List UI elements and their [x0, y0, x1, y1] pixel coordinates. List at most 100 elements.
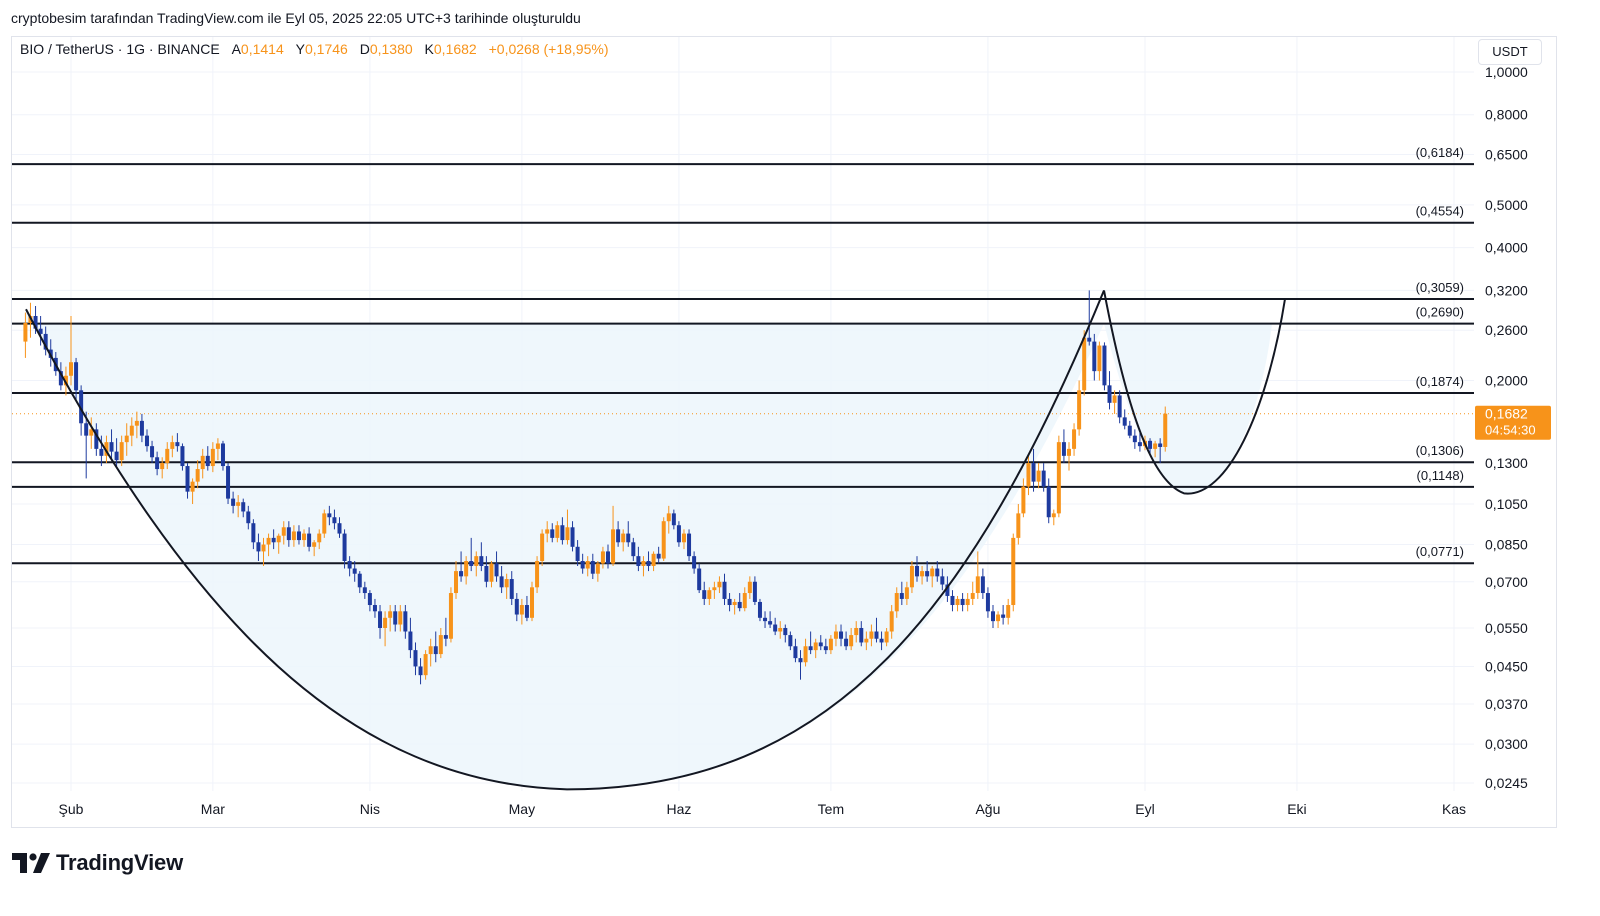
time-axis-label: Ağu [975, 801, 1000, 817]
time-axis-label: Tem [818, 801, 844, 817]
candle-body [403, 611, 408, 632]
high-value: 0,1746 [304, 41, 348, 57]
candle-body [1077, 390, 1082, 430]
candle-body [347, 561, 352, 569]
close-label: K [424, 41, 434, 57]
candle-body [970, 593, 975, 599]
candle-body [732, 601, 737, 606]
candle-body [935, 568, 940, 577]
candle-body [839, 631, 844, 639]
candle-body [307, 533, 312, 547]
tradingview-logo-text: TradingView [56, 850, 183, 875]
candle-body [408, 631, 413, 651]
tradingview-logo-icon [12, 853, 50, 873]
candle-body [205, 455, 210, 467]
candle-body [165, 448, 170, 464]
candle-body [276, 535, 281, 543]
candle-body [833, 631, 838, 639]
chart-frame[interactable]: 1,0000 0,8000 0,6500 0,5000 0,4000 0,3200 0,26… [11, 36, 1557, 828]
candle-body [1153, 443, 1158, 449]
candle-body [1097, 345, 1102, 372]
tradingview-logo[interactable]: TradingView [12, 848, 183, 878]
candle-body [899, 593, 904, 599]
candle-body [1132, 435, 1137, 443]
candle-body [317, 533, 322, 543]
candle-body [504, 579, 509, 588]
price-axis-label: 0,0370 [1485, 696, 1528, 712]
candle-body [469, 561, 474, 566]
candle-body [459, 571, 464, 577]
candle-body [1001, 614, 1006, 618]
candle-body [570, 527, 575, 547]
candle-body [139, 420, 144, 436]
candle-body [985, 593, 990, 612]
candle-body [129, 425, 134, 436]
candle-body [84, 423, 89, 436]
candle-body [155, 457, 160, 470]
candle-body [580, 561, 585, 569]
candle-body [479, 556, 484, 566]
time-axis-label: Kas [1442, 801, 1466, 817]
price-axis-label: 0,2000 [1485, 372, 1528, 388]
candle-body [793, 646, 798, 659]
candle-body [1092, 341, 1097, 372]
last-price-badge: 0,1682 04:54:30 [1475, 405, 1551, 440]
currency-button[interactable]: USDT [1478, 39, 1542, 65]
candle-body [443, 635, 448, 639]
candle-body [849, 635, 854, 647]
candle-body [722, 581, 727, 599]
candle-body [783, 627, 788, 636]
candle-body [727, 598, 732, 606]
price-axis-label: 0,1050 [1485, 496, 1528, 512]
candle-body [342, 533, 347, 562]
price-axis-label: 0,0700 [1485, 574, 1528, 590]
change-value: +0,0268 (+18,95%) [488, 41, 609, 57]
candle-body [768, 621, 773, 625]
candle-body [454, 571, 459, 594]
symbol-legend[interactable]: BIO / TetherUS · 1G · BINANCE A0,1414 Y0… [20, 41, 608, 57]
candle-body [930, 568, 935, 577]
candle-body [854, 627, 859, 636]
candle-body [398, 611, 403, 625]
candle-body [231, 498, 236, 506]
candle-body [332, 517, 337, 524]
close-value: 0,1682 [433, 41, 477, 57]
candle-body [535, 561, 540, 588]
candle-body [438, 635, 443, 655]
price-axis-label: 0,4000 [1485, 240, 1528, 256]
candle-body [271, 537, 276, 543]
time-axis-label: Nis [360, 801, 380, 817]
time-axis[interactable]: Şub Mar Nis May Haz Tem Ağu Eyl Eki Kas [59, 801, 1467, 817]
candle-body [362, 587, 367, 594]
candle-body [752, 581, 757, 602]
candle-body [226, 466, 231, 499]
candle-body [1072, 429, 1077, 449]
candle-body [656, 553, 661, 559]
candle-body [565, 527, 570, 541]
candle-body [489, 563, 494, 582]
candle-body [423, 654, 428, 676]
candle-body [717, 581, 722, 588]
level-label: (0,3059) [1416, 280, 1464, 295]
candle-body [889, 611, 894, 632]
level-labels: (0,6184) (0,4554) (0,3059) (0,2690) (0,1874)… [1416, 145, 1464, 559]
low-value: 0,1380 [369, 41, 413, 57]
low-label: D [359, 41, 370, 57]
candle-body [991, 611, 995, 622]
symbol-name[interactable]: BIO / TetherUS · 1G · BINANCE [20, 41, 220, 57]
candle-body [74, 362, 79, 391]
candle-body [433, 646, 438, 655]
candle-body [702, 590, 707, 599]
candle-body [448, 593, 453, 639]
candle-body [170, 442, 175, 449]
candle-body [144, 435, 149, 447]
level-label: (0,4554) [1416, 204, 1464, 219]
price-chart[interactable]: 1,0000 0,8000 0,6500 0,5000 0,4000 0,3200 0,26… [12, 37, 1558, 829]
candle-body [190, 481, 195, 492]
candle-body [393, 611, 398, 625]
candle-body [692, 556, 697, 569]
candle-body [798, 658, 803, 663]
candle-body [950, 595, 955, 606]
time-axis-label: Haz [666, 801, 691, 817]
candle-body [1137, 442, 1142, 447]
